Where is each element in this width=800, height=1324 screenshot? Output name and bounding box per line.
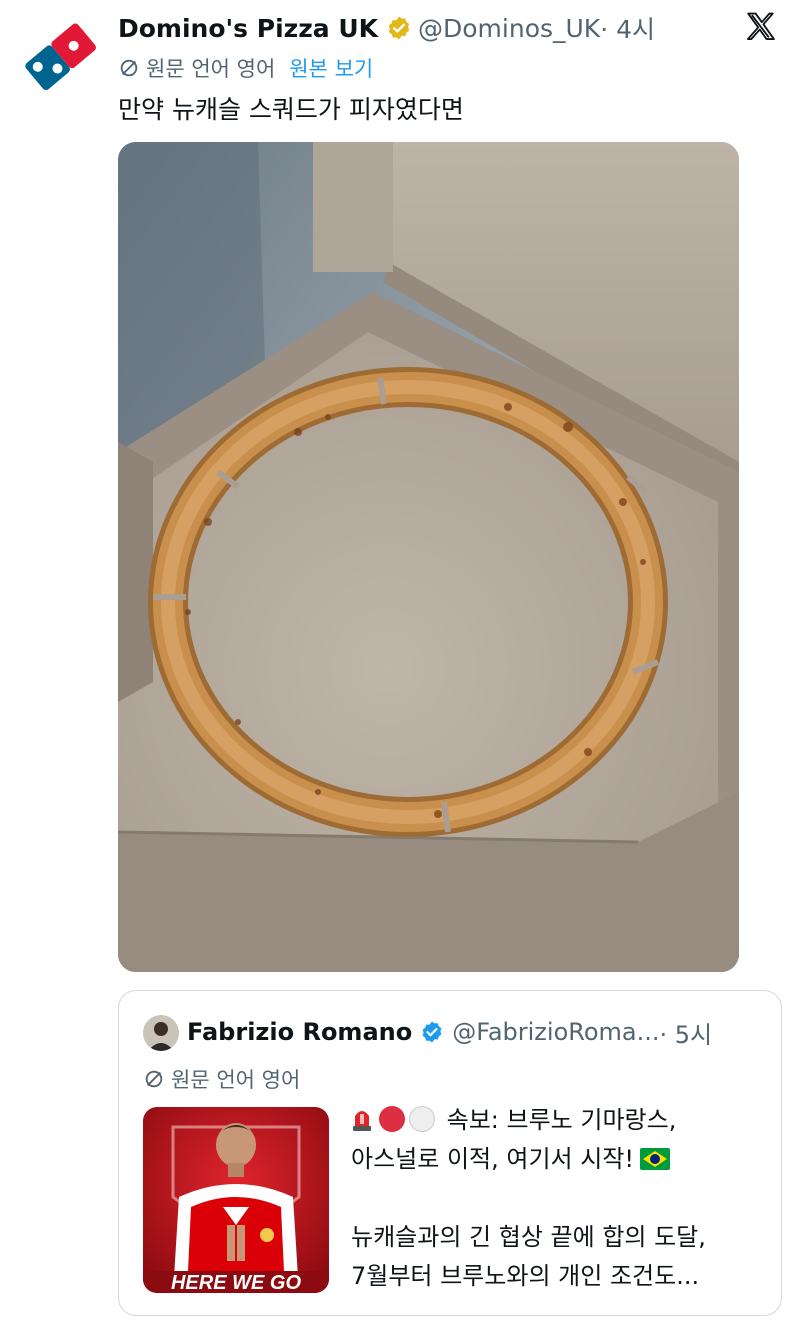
author-avatar[interactable] bbox=[20, 16, 100, 96]
quoted-text-line-1: 속보: 브루노 기마랑스, bbox=[446, 1106, 677, 1134]
quoted-author-avatar[interactable] bbox=[143, 1015, 179, 1051]
quoted-tweet-header: Fabrizio Romano @FabrizioRoma... · 5시 bbox=[187, 1013, 712, 1051]
author-name[interactable]: Domino's Pizza UK bbox=[118, 14, 378, 43]
quoted-tweet-text: 속보: 브루노 기마랑스, 아스널로 이적, 여기서 시작! 뉴캐슬과의 긴 협… bbox=[351, 1101, 771, 1296]
show-original-link[interactable]: 원본 보기 bbox=[289, 53, 373, 83]
quoted-tweet-thumbnail[interactable]: HERE WE GO bbox=[143, 1107, 329, 1293]
tweet-header: Domino's Pizza UK @Dominos_UK · 4시 bbox=[118, 10, 655, 46]
white-circle-emoji-icon bbox=[409, 1106, 435, 1132]
quoted-tweet[interactable]: Fabrizio Romano @FabrizioRoma... · 5시 원문… bbox=[118, 990, 782, 1316]
brazil-flag-emoji-icon bbox=[640, 1148, 671, 1170]
translation-notice: 원문 언어 영어 원본 보기 bbox=[118, 54, 373, 82]
x-logo-icon[interactable] bbox=[744, 10, 778, 44]
quoted-translated-from-label: 원문 언어 영어 bbox=[171, 1068, 301, 1092]
quoted-translation-notice: 원문 언어 영어 bbox=[143, 1065, 300, 1093]
translate-icon bbox=[145, 1070, 163, 1088]
author-handle[interactable]: @Dominos_UK bbox=[418, 14, 600, 43]
quoted-text-line-4: 뉴캐슬과의 긴 협상 끝에 합의 도달, bbox=[351, 1223, 706, 1251]
verified-badge-icon bbox=[422, 1021, 442, 1043]
quoted-author-name[interactable]: Fabrizio Romano bbox=[187, 1018, 412, 1046]
tweet-media-image[interactable] bbox=[118, 142, 739, 972]
quoted-author-handle[interactable]: @FabrizioRoma... bbox=[452, 1018, 659, 1046]
tweet-text: 만약 뉴캐슬 스쿼드가 피자였다면 bbox=[118, 95, 464, 124]
quoted-text-line-5: 7월부터 브루노와의 개인 조건도... bbox=[351, 1262, 700, 1290]
quoted-text-spacer bbox=[351, 1179, 771, 1218]
translate-icon bbox=[120, 59, 138, 77]
post-time[interactable]: · 4시 bbox=[600, 10, 655, 46]
thumbnail-caption: HERE WE GO bbox=[171, 1272, 301, 1293]
siren-emoji-icon bbox=[353, 1111, 371, 1131]
red-circle-emoji-icon bbox=[379, 1106, 405, 1132]
quoted-text-line-2: 아스널로 이적, 여기서 시작! bbox=[351, 1145, 635, 1173]
verified-badge-icon bbox=[388, 16, 410, 40]
translated-from-label: 원문 언어 영어 bbox=[146, 57, 276, 81]
quoted-post-time[interactable]: · 5시 bbox=[660, 1015, 713, 1050]
